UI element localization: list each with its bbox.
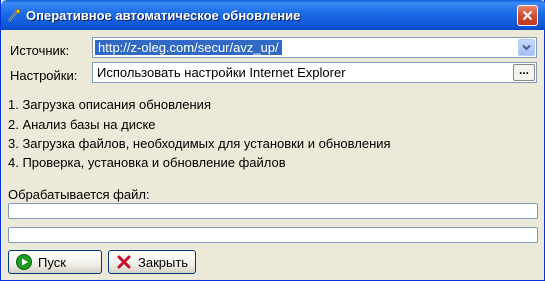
file-progress-bar (8, 203, 538, 219)
wand-icon (6, 7, 22, 23)
chevron-down-icon (522, 44, 531, 51)
settings-field[interactable]: Использовать настройки Internet Explorer… (92, 62, 537, 83)
browse-button[interactable]: ... (513, 64, 535, 81)
title-bar[interactable]: Оперативное автоматическое обновление (1, 0, 545, 30)
settings-value: Использовать настройки Internet Explorer (97, 65, 346, 80)
step-item: 3. Загрузка файлов, необходимых для уста… (8, 136, 391, 151)
total-progress-bar (8, 227, 538, 243)
processing-label: Обрабатывается файл: (8, 187, 150, 202)
step-item: 1. Загрузка описания обновления (8, 97, 211, 112)
play-icon (16, 254, 32, 270)
update-dialog: Оперативное автоматическое обновление Ис… (0, 0, 545, 281)
close-icon (522, 10, 533, 21)
source-url-value[interactable]: http://z-oleg.com/secur/avz_up/ (95, 40, 282, 55)
step-item: 4. Проверка, установка и обновление файл… (8, 155, 286, 170)
source-label: Источник: (10, 43, 70, 58)
step-item: 2. Анализ базы на диске (8, 117, 156, 132)
start-button[interactable]: Пуск (8, 250, 102, 274)
close-button[interactable]: Закрыть (108, 250, 196, 274)
dropdown-button[interactable] (518, 39, 535, 56)
window-title: Оперативное автоматическое обновление (26, 8, 301, 23)
source-combobox[interactable]: http://z-oleg.com/secur/avz_up/ (92, 37, 537, 58)
window-close-button[interactable] (517, 5, 538, 26)
close-x-icon (116, 254, 132, 270)
start-button-label: Пуск (38, 255, 66, 270)
settings-label: Настройки: (10, 68, 78, 83)
close-button-label: Закрыть (138, 255, 189, 270)
